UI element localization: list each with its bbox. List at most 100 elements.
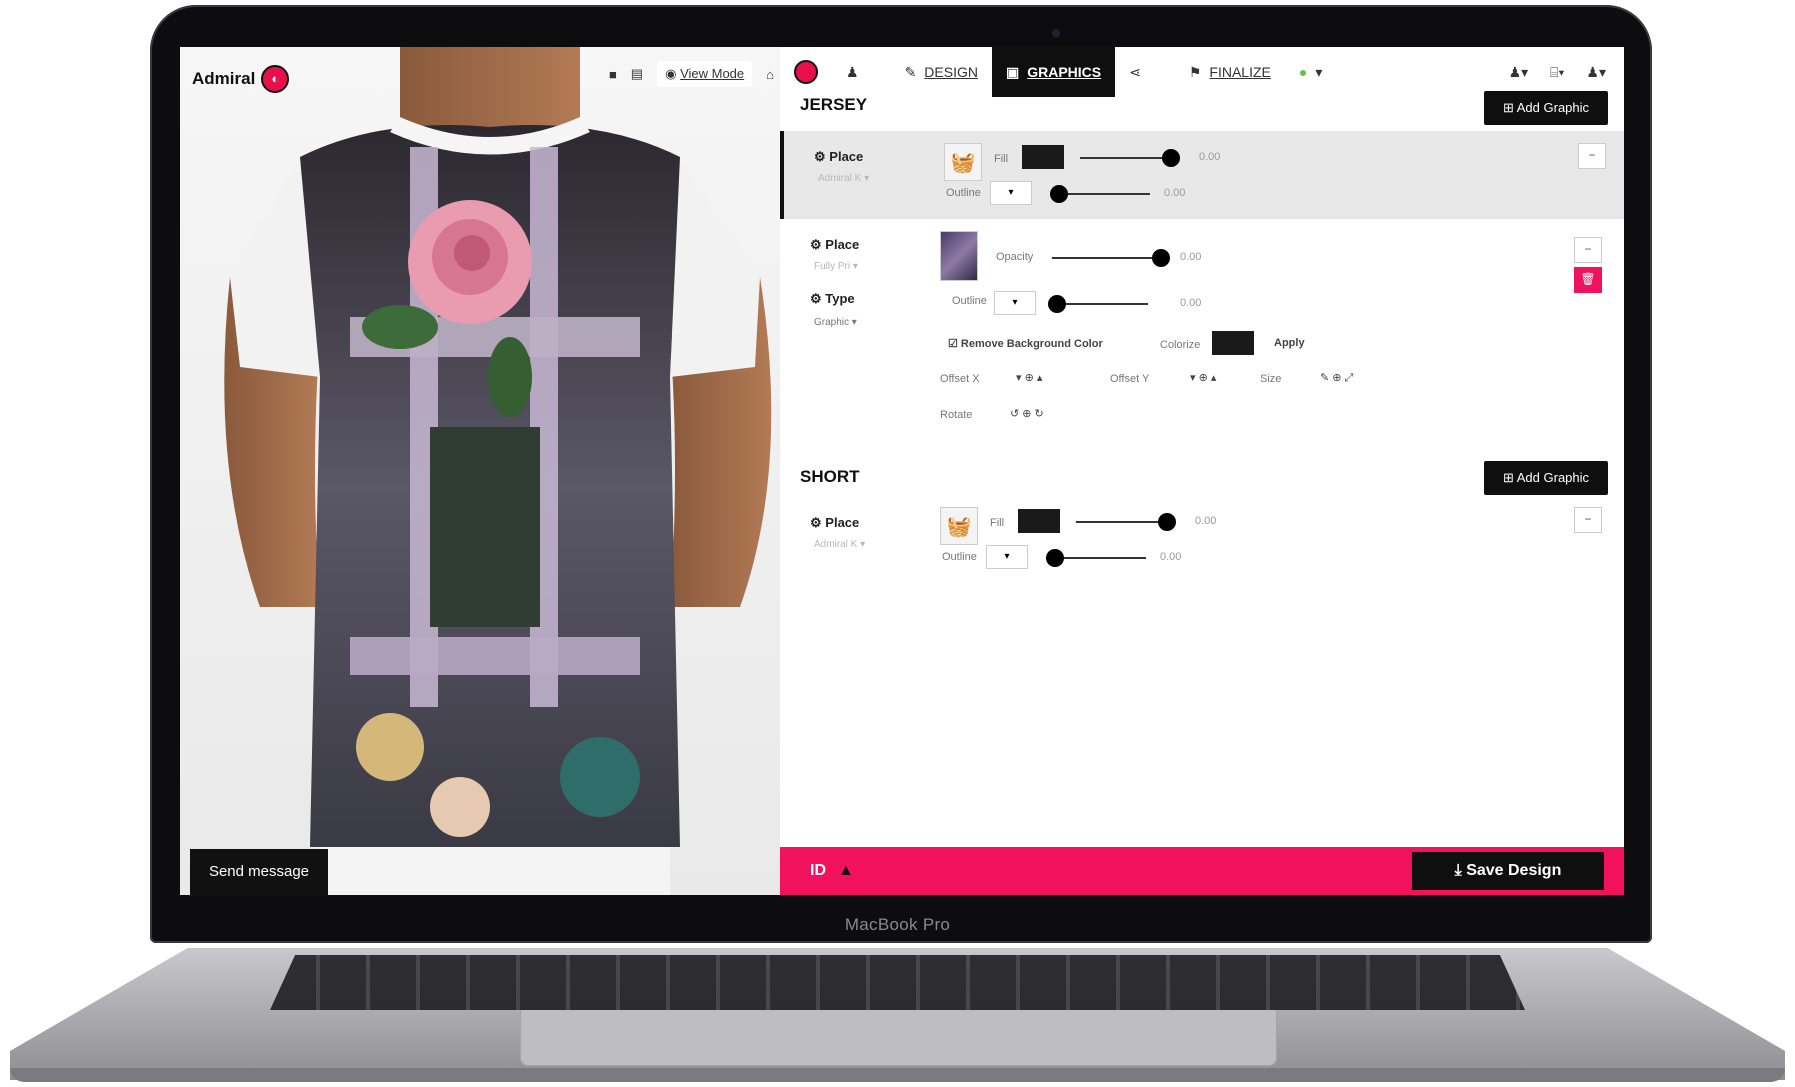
save-design-label: Save Design bbox=[1466, 862, 1562, 879]
view-mode-button[interactable]: ◉ View Mode bbox=[657, 61, 753, 87]
outline-label: Outline bbox=[942, 551, 977, 563]
colorize-swatch[interactable] bbox=[1212, 331, 1254, 355]
offset-x-label: Offset X bbox=[940, 373, 980, 385]
jersey-add-graphic-button[interactable]: ⊞ Add Graphic bbox=[1484, 91, 1608, 125]
jersey-model-image bbox=[224, 47, 772, 895]
opacity-slider-knob[interactable] bbox=[1152, 249, 1170, 267]
outline-dropdown[interactable]: ▾ bbox=[990, 181, 1032, 205]
viewer-toolbar: ■ ▤ ◉ View Mode ⌂ bbox=[609, 61, 774, 87]
outline-slider-knob[interactable] bbox=[1048, 295, 1066, 313]
apply-button[interactable]: Apply bbox=[1274, 337, 1305, 349]
tab-design[interactable]: ✎ DESIGN bbox=[891, 47, 992, 97]
user-icon[interactable]: ♟▾ bbox=[1509, 64, 1529, 81]
fill-slider[interactable] bbox=[1080, 149, 1180, 167]
admiral-logo: Admiral ◐ bbox=[192, 65, 290, 93]
gallery-icon[interactable]: ▤ bbox=[631, 66, 643, 82]
place-select[interactable]: Fully Pri ▾ bbox=[814, 261, 858, 272]
short-add-graphic-label: Add Graphic bbox=[1516, 470, 1590, 485]
type-select[interactable]: Graphic ▾ bbox=[814, 317, 857, 328]
account-icon[interactable]: ♟▾ bbox=[1586, 64, 1606, 81]
nav-right-icons: ♟▾ ⌸▾ ♟▾ bbox=[1509, 64, 1624, 81]
share-icon: ⋖ bbox=[1129, 63, 1141, 80]
place-label: ⚙ Place bbox=[814, 149, 864, 164]
collapse-button[interactable]: − bbox=[1578, 143, 1606, 169]
outline-value: 0.00 bbox=[1180, 297, 1202, 309]
collapse-button[interactable]: − bbox=[1574, 507, 1602, 533]
opacity-value: 0.00 bbox=[1180, 251, 1202, 263]
remove-background-checkbox[interactable]: ☑ Remove Background Color bbox=[948, 337, 1103, 350]
outline-dropdown[interactable]: ▾ bbox=[986, 545, 1028, 569]
tab-share[interactable]: ⋖ bbox=[1115, 47, 1155, 97]
fill-slider-knob[interactable] bbox=[1158, 513, 1176, 531]
view-mode-label: View Mode bbox=[680, 66, 745, 81]
admiral-mark-icon: ◐ bbox=[261, 65, 290, 93]
outline-slider[interactable] bbox=[1050, 185, 1150, 203]
plus-icon: ⊞ bbox=[1502, 470, 1514, 485]
opacity-slider[interactable] bbox=[1052, 249, 1170, 267]
keyboard bbox=[270, 955, 1525, 1010]
trackpad bbox=[520, 1010, 1277, 1066]
place-label: ⚙ Place bbox=[810, 237, 860, 252]
fill-slider[interactable] bbox=[1076, 513, 1176, 531]
fill-slider-knob[interactable] bbox=[1162, 149, 1180, 167]
save-design-button[interactable]: ⤓ Save Design bbox=[1412, 852, 1604, 890]
delete-graphic-button[interactable]: 🗑 bbox=[1574, 267, 1602, 293]
offset-x-controls[interactable]: ▾ ⊕ ▴ bbox=[1016, 371, 1042, 384]
screen: Admiral ◐ ■ ▤ ◉ View Mode ⌂ Send message… bbox=[180, 47, 1624, 895]
outline-slider-knob[interactable] bbox=[1050, 185, 1068, 203]
opacity-label: Opacity bbox=[996, 251, 1034, 263]
jersey-layer-2[interactable]: ⚙ Place Fully Pri ▾ ⚙ Type Graphic ▾ Opa… bbox=[780, 227, 1624, 447]
camera-icon[interactable]: ■ bbox=[609, 67, 617, 82]
outline-slider-knob[interactable] bbox=[1046, 549, 1064, 567]
send-message-button[interactable]: Send message bbox=[190, 849, 328, 895]
fill-value: 0.00 bbox=[1195, 515, 1217, 527]
editor-panel: ♟ ✎ DESIGN ▣ GRAPHICS ⋖ ⚑ FINALIZE ● ▾ ♟▾ bbox=[780, 47, 1624, 895]
shirt-icon: ♟ bbox=[846, 63, 859, 80]
collapse-button[interactable]: − bbox=[1574, 237, 1602, 263]
model-viewer[interactable]: Admiral ◐ ■ ▤ ◉ View Mode ⌂ Send message bbox=[180, 47, 780, 895]
pencil-icon: ✎ bbox=[904, 63, 917, 80]
short-title: SHORT bbox=[800, 467, 860, 486]
admiral-icon bbox=[794, 60, 818, 84]
offset-y-label: Offset Y bbox=[1110, 373, 1150, 385]
status-dropdown[interactable]: ● ▾ bbox=[1285, 47, 1337, 97]
tab-finalize[interactable]: ⚑ FINALIZE bbox=[1175, 47, 1285, 97]
tab-design-label: DESIGN bbox=[924, 64, 978, 80]
warning-icon: ▲ bbox=[838, 862, 854, 879]
tab-finalize-label: FINALIZE bbox=[1209, 64, 1271, 80]
size-label: Size bbox=[1260, 373, 1282, 385]
offset-y-controls[interactable]: ▾ ⊕ ▴ bbox=[1190, 371, 1216, 384]
plus-icon: ⊞ bbox=[1502, 100, 1514, 115]
outline-label: Outline bbox=[952, 295, 987, 307]
place-label: ⚙ Place bbox=[810, 515, 860, 530]
camera-icon bbox=[1052, 29, 1060, 37]
footer-bar: ID ▲ ⤓ Save Design bbox=[780, 847, 1624, 895]
jersey-title: JERSEY bbox=[800, 95, 868, 114]
basket-icon: 🧺 bbox=[940, 507, 978, 545]
fill-value: 0.00 bbox=[1199, 151, 1221, 163]
jersey-layer-1[interactable]: ⚙ Place Admiral K ▾ 🧺 Fill 0.00 Outline … bbox=[780, 131, 1624, 219]
outline-dropdown[interactable]: ▾ bbox=[994, 291, 1036, 315]
place-select[interactable]: Admiral K ▾ bbox=[814, 539, 865, 550]
image-icon: ▣ bbox=[1005, 63, 1020, 80]
tab-products[interactable]: ♟ bbox=[832, 47, 873, 97]
fill-swatch[interactable] bbox=[1018, 509, 1060, 533]
tab-graphics[interactable]: ▣ GRAPHICS bbox=[991, 47, 1116, 97]
size-controls[interactable]: ✎ ⊕ ⤢ bbox=[1320, 371, 1353, 385]
short-layer-1[interactable]: ⚙ Place Admiral K ▾ 🧺 Fill 0.00 Outline … bbox=[780, 499, 1624, 587]
logo-tab[interactable] bbox=[780, 47, 832, 97]
top-nav: ♟ ✎ DESIGN ▣ GRAPHICS ⋖ ⚑ FINALIZE ● ▾ ♟▾ bbox=[780, 47, 1624, 97]
cart-icon[interactable]: ⌸▾ bbox=[1550, 64, 1564, 81]
download-icon: ⤓ bbox=[1454, 862, 1462, 879]
rotate-controls[interactable]: ↺ ⊕ ↻ bbox=[1010, 407, 1044, 420]
graphic-thumbnail[interactable] bbox=[940, 231, 978, 281]
flag-icon: ⚑ bbox=[1188, 63, 1202, 80]
outline-slider[interactable] bbox=[1048, 295, 1148, 313]
short-add-graphic-button[interactable]: ⊞ Add Graphic bbox=[1484, 461, 1608, 495]
fill-swatch[interactable] bbox=[1022, 145, 1064, 169]
home-icon[interactable]: ⌂ bbox=[766, 67, 774, 82]
place-select[interactable]: Admiral K ▾ bbox=[818, 173, 869, 184]
outline-slider[interactable] bbox=[1046, 549, 1146, 567]
jersey-add-graphic-label: Add Graphic bbox=[1516, 100, 1590, 115]
type-label: ⚙ Type bbox=[810, 291, 855, 306]
